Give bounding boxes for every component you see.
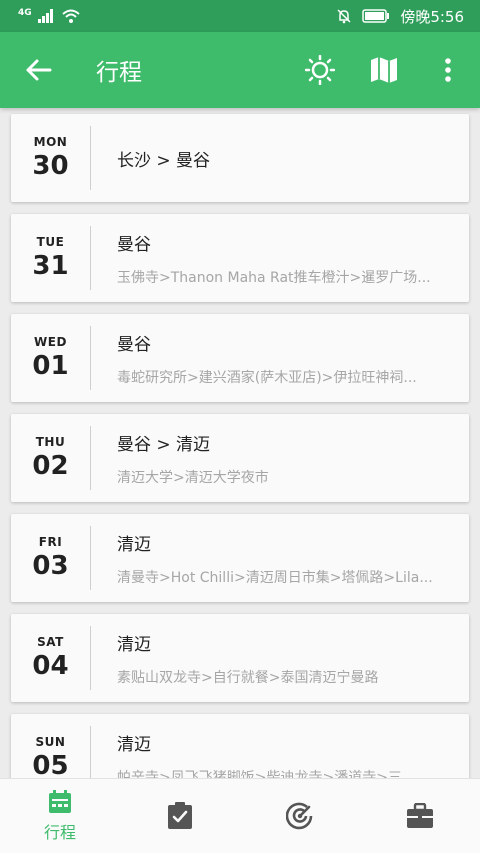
app-bar: 行程	[0, 32, 480, 108]
network-type: 4G	[18, 8, 32, 18]
destination: 曼谷 > 清迈	[117, 434, 211, 455]
destination: 清迈	[117, 534, 151, 555]
weekday: FRI	[38, 535, 63, 549]
more-vert-icon	[445, 58, 451, 82]
day-info: 长沙 > 曼谷	[91, 146, 469, 171]
route-summary: 清曼寺>Hot Chilli>清迈周日市集>塔佩路>Lila...	[117, 569, 433, 586]
destination: 长沙 > 曼谷	[117, 150, 211, 171]
checklist-icon	[168, 802, 192, 829]
day-card[interactable]: SUN 05 清迈 帕辛寺>凤飞飞猪脚饭>柴迪龙寺>潘道寺>三...	[11, 714, 469, 778]
date-block: FRI 03	[11, 526, 91, 590]
day-number: 03	[32, 551, 69, 581]
bottom-nav: 行程	[0, 778, 480, 853]
briefcase-icon	[407, 803, 433, 828]
route-summary: 玉佛寺>Thanon Maha Rat推车橙汁>暹罗广场...	[117, 269, 431, 286]
battery-icon	[362, 9, 390, 23]
route-summary: 帕辛寺>凤飞飞猪脚饭>柴迪龙寺>潘道寺>三...	[117, 769, 416, 779]
day-card[interactable]: TUE 31 曼谷 玉佛寺>Thanon Maha Rat推车橙汁>暹罗广场..…	[11, 214, 469, 302]
clock: 傍晚5:56	[400, 7, 464, 26]
day-number: 02	[32, 451, 69, 481]
day-number: 30	[32, 151, 69, 181]
date-block: MON 30	[11, 126, 91, 190]
page-title: 行程	[96, 60, 142, 86]
day-number: 04	[32, 651, 69, 681]
destination: 曼谷	[117, 334, 151, 355]
status-left: 4G	[18, 8, 80, 23]
itinerary-list[interactable]: MON 30 长沙 > 曼谷 TUE 31 曼谷 玉佛寺>Thanon Maha…	[0, 108, 480, 778]
route-summary: 毒蛇研究所>建兴酒家(萨木亚店)>伊拉旺神祠...	[117, 369, 417, 386]
nav-luggage[interactable]	[360, 779, 480, 853]
day-info: 曼谷 > 清迈 清迈大学>清迈大学夜市	[91, 430, 469, 487]
weekday: SAT	[37, 635, 64, 649]
weekday: TUE	[36, 235, 65, 249]
route-summary: 清迈大学>清迈大学夜市	[117, 469, 269, 486]
nav-explore[interactable]	[240, 779, 360, 853]
weekday: THU	[35, 435, 66, 449]
brightness-button[interactable]	[288, 32, 352, 108]
destination: 曼谷	[117, 234, 151, 255]
day-number: 31	[32, 251, 69, 281]
day-card[interactable]: THU 02 曼谷 > 清迈 清迈大学>清迈大学夜市	[11, 414, 469, 502]
date-block: SAT 04	[11, 626, 91, 690]
nav-itinerary-label: 行程	[43, 823, 76, 842]
weekday: MON	[33, 135, 68, 149]
mute-bell-icon	[337, 9, 351, 24]
day-info: 曼谷 毒蛇研究所>建兴酒家(萨木亚店)>伊拉旺神祠...	[91, 330, 469, 387]
day-card[interactable]: SAT 04 清迈 素贴山双龙寺>自行就餐>泰国清迈宁曼路	[11, 614, 469, 702]
more-options-button[interactable]	[416, 32, 480, 108]
nav-checklist[interactable]	[120, 779, 240, 853]
map-icon	[371, 57, 397, 83]
day-info: 清迈 清曼寺>Hot Chilli>清迈周日市集>塔佩路>Lila...	[91, 530, 469, 587]
day-card[interactable]: FRI 03 清迈 清曼寺>Hot Chilli>清迈周日市集>塔佩路>Lila…	[11, 514, 469, 602]
sun-icon	[305, 55, 335, 85]
signal-icon	[37, 9, 53, 23]
day-number: 05	[32, 751, 69, 778]
day-number: 01	[32, 351, 69, 381]
destination: 清迈	[117, 734, 151, 755]
back-arrow-icon	[26, 59, 52, 81]
date-block: THU 02	[11, 426, 91, 490]
status-bar: 4G 傍晚5:56	[0, 0, 480, 32]
wifi-icon	[61, 9, 80, 23]
date-block: SUN 05	[11, 726, 91, 778]
status-right: 傍晚5:56	[336, 6, 464, 27]
day-card[interactable]: WED 01 曼谷 毒蛇研究所>建兴酒家(萨木亚店)>伊拉旺神祠...	[11, 314, 469, 402]
weekday: WED	[34, 335, 67, 349]
radar-icon	[286, 802, 313, 830]
weekday: SUN	[35, 735, 66, 749]
route-summary: 素贴山双龙寺>自行就餐>泰国清迈宁曼路	[117, 669, 379, 686]
date-block: WED 01	[11, 326, 91, 390]
day-info: 曼谷 玉佛寺>Thanon Maha Rat推车橙汁>暹罗广场...	[91, 230, 469, 287]
day-info: 清迈 素贴山双龙寺>自行就餐>泰国清迈宁曼路	[91, 630, 469, 687]
date-block: TUE 31	[11, 226, 91, 290]
day-card[interactable]: MON 30 长沙 > 曼谷	[11, 114, 469, 202]
destination: 清迈	[117, 634, 151, 655]
map-button[interactable]	[352, 32, 416, 108]
day-info: 清迈 帕辛寺>凤飞飞猪脚饭>柴迪龙寺>潘道寺>三...	[91, 730, 469, 779]
back-button[interactable]	[0, 32, 76, 108]
calendar-icon	[49, 790, 71, 813]
nav-itinerary[interactable]: 行程	[0, 779, 120, 853]
